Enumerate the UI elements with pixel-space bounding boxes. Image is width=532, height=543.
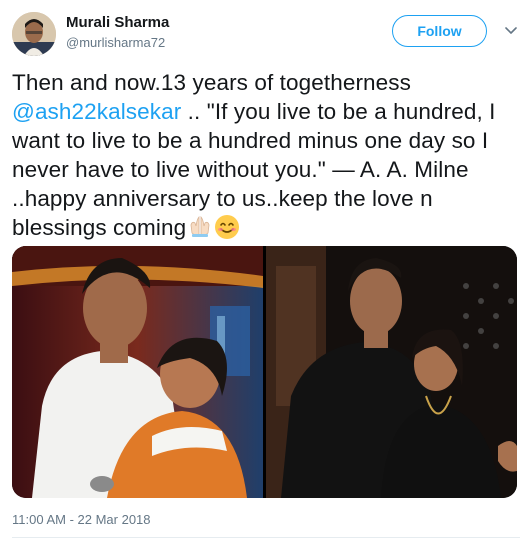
tweet-text-intro: Then and now.13 years of togetherness <box>12 70 411 95</box>
divider <box>12 537 520 538</box>
author-handle[interactable]: @murlisharma72 <box>66 35 165 50</box>
author-name[interactable]: Murali Sharma <box>66 14 169 31</box>
smiling-face-emoji-icon <box>215 215 240 239</box>
tweet-card: Murali Sharma @murlisharma72 Follow Then… <box>0 0 532 543</box>
follow-button[interactable]: Follow <box>392 15 487 47</box>
author-avatar[interactable] <box>12 12 56 56</box>
chevron-down-icon[interactable] <box>502 22 520 40</box>
mention-link[interactable]: @ash22kalsekar <box>12 99 181 124</box>
tweet-text: Then and now.13 years of togetherness @as… <box>12 68 524 242</box>
tweet-timestamp[interactable]: 11:00 AM - 22 Mar 2018 <box>12 512 151 527</box>
tweet-photo-then[interactable] <box>12 246 263 498</box>
tweet-photo-now[interactable] <box>266 246 517 498</box>
folded-hands-emoji-icon <box>190 216 210 237</box>
tweet-media <box>12 246 517 498</box>
